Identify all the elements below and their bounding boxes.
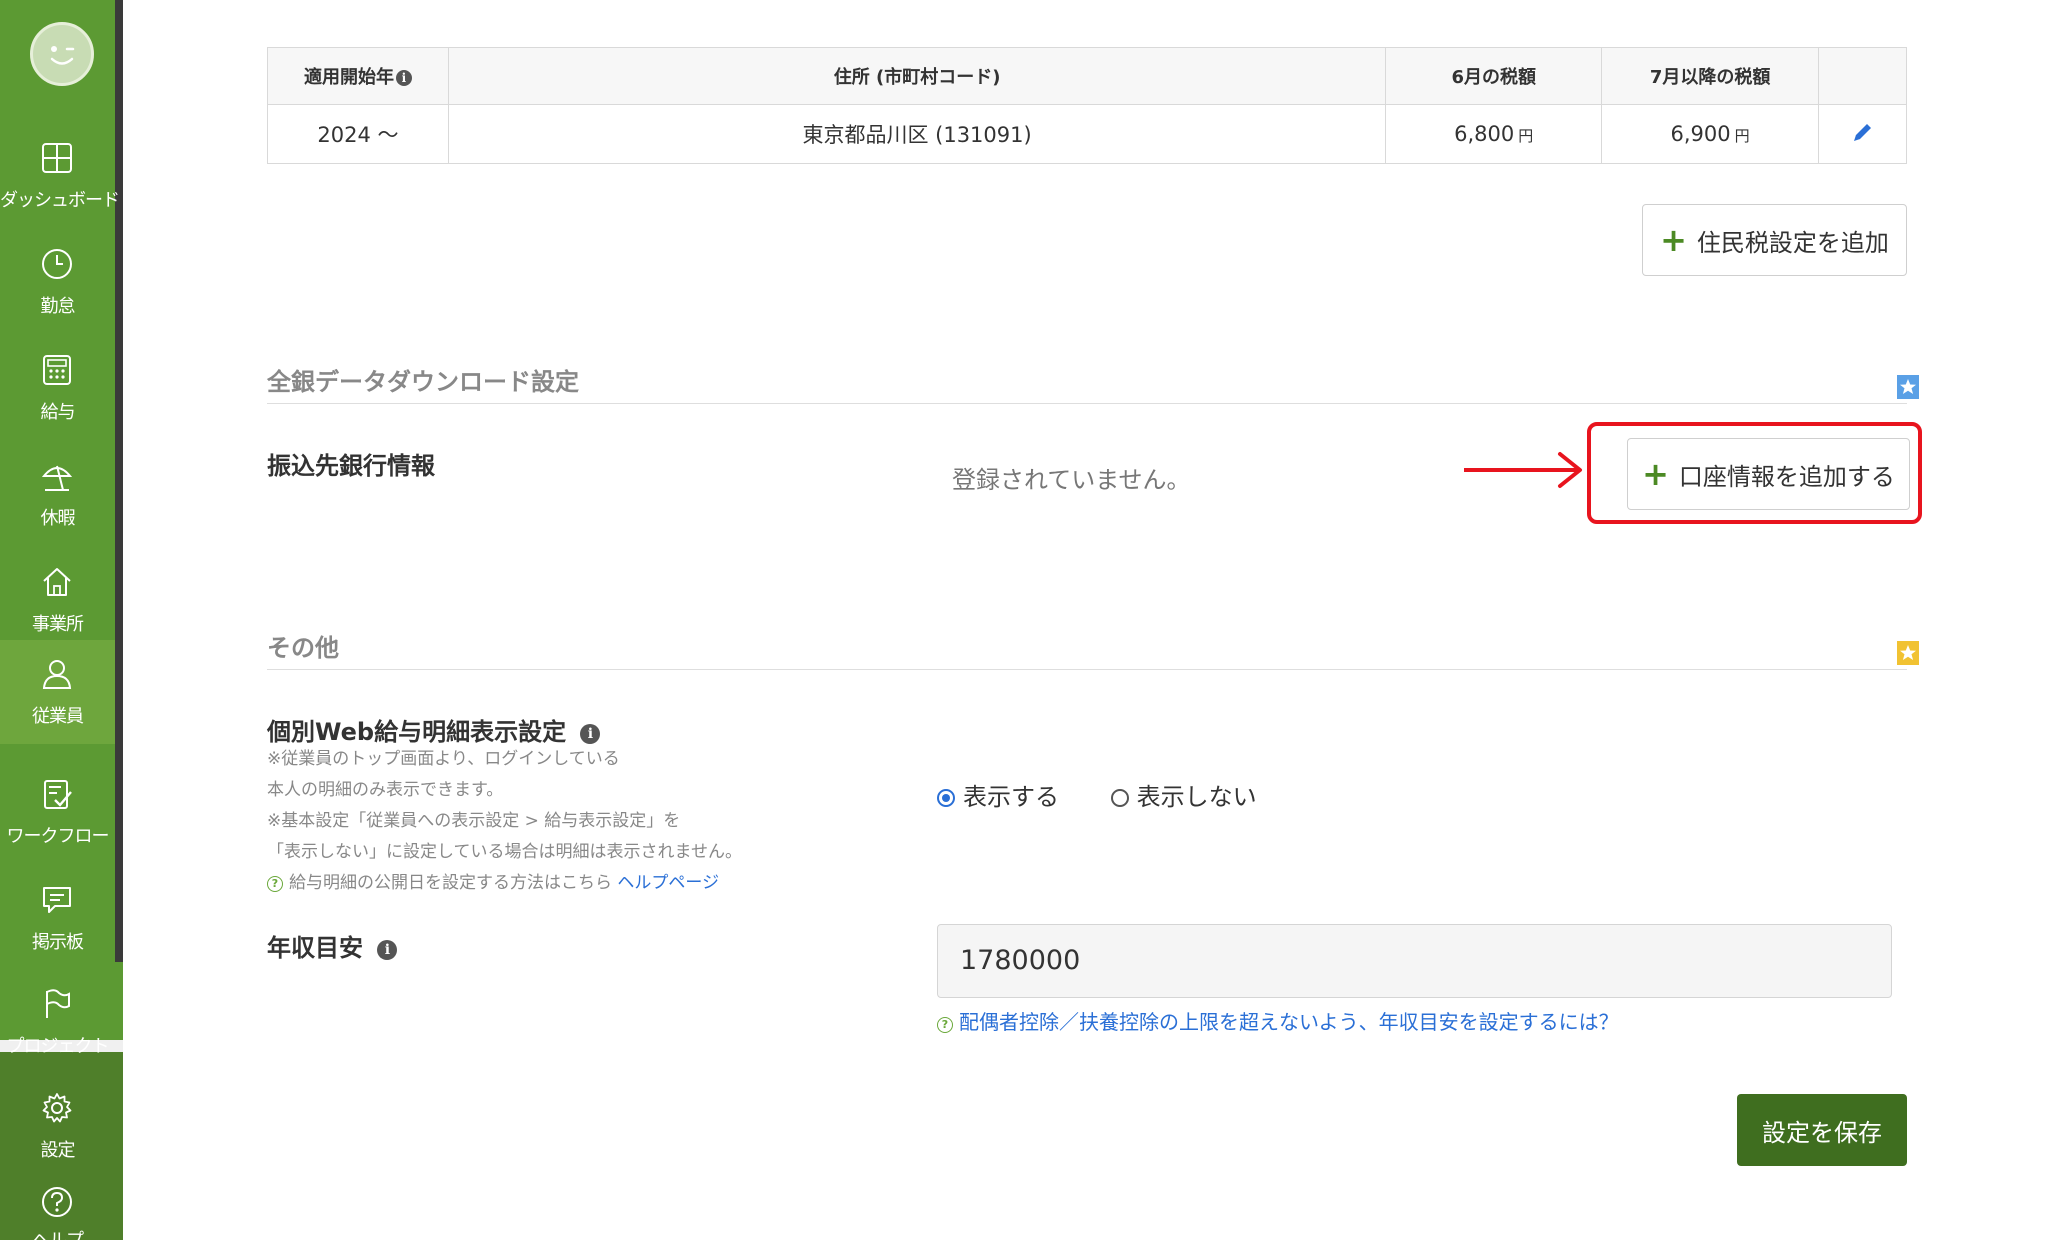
sidebar-item-label: 従業員 [32,706,84,727]
help-icon [42,1187,72,1217]
annual-income-help: ? 配偶者控除／扶養控除の上限を超えないよう、年収目安を設定するには？ [937,1006,1619,1035]
parasol-icon [41,465,73,491]
pencil-icon[interactable] [1851,120,1875,144]
dashboard-icon [42,143,72,173]
cell-edit [1818,104,1907,164]
sidebar-item-board[interactable]: 掲示板 [0,866,115,970]
sidebar-item-dashboard[interactable]: ダッシュボード [0,124,120,228]
table-header-row: 適用開始年 i 住所 (市町村コード) 6月の税額 7月以降の税額 [267,47,1907,105]
sidebar-item-label: 給与 [40,402,76,423]
document-check-icon [44,780,72,809]
cell-address: 東京都品川区 (131091) [447,104,1387,164]
gear-icon [42,1093,72,1123]
sidebar-item-label: 掲示板 [32,932,84,953]
cell-july-tax: 6,900 円 [1601,104,1820,164]
clock-icon [42,249,72,279]
chat-icon [43,887,71,913]
column-header-start-year: 適用開始年 i [267,47,449,105]
yen-unit: 円 [1518,127,1534,145]
radio-button[interactable] [1110,789,1129,807]
annotation-arrow-icon [1464,452,1582,488]
sidebar-item-payroll[interactable]: 給与 [0,336,115,440]
radio-show[interactable]: 表示する [937,783,1067,811]
column-header-actions [1818,47,1907,105]
annual-income-help-link[interactable]: 配偶者控除／扶養控除の上限を超えないよう、年収目安を設定するには？ [959,1010,1619,1034]
sidebar-item-settings[interactable]: 設定 [0,1074,115,1178]
sidebar-scrollbar[interactable] [115,0,123,962]
sidebar-item-employees[interactable]: 従業員 [0,640,115,744]
cell-june-tax: 6,800 円 [1385,104,1603,164]
sidebar-item-project[interactable]: プロジェクト [0,970,115,1074]
annual-income-label: 年収目安 i [267,928,398,963]
help-page-link[interactable]: ヘルプページ [617,873,719,893]
annotation-highlight-box [1587,422,1922,524]
sidebar-item-label: プロジェクト [6,1036,110,1057]
person-icon [42,660,72,689]
sidebar: ダッシュボード 勤怠 給与 休暇 事業所 従業員 ワークフロー 掲示板 プロジェ… [0,0,123,1240]
bank-section-title: 全銀データダウンロード設定 [267,368,579,396]
save-settings-button[interactable]: 設定を保存 [1737,1094,1907,1166]
sidebar-item-label: 休暇 [40,508,76,529]
bank-status-text: 登録されていません。 [952,466,1191,494]
cell-start-year: 2024 〜 [267,104,449,164]
sidebar-item-label: 勤怠 [40,296,76,317]
sidebar-item-attendance[interactable]: 勤怠 [0,230,115,334]
calculator-icon [43,355,71,385]
sidebar-item-label: ワークフロー [6,826,110,847]
section-divider [267,403,1907,404]
add-resident-tax-button[interactable]: + 住民税設定を追加 [1642,204,1907,276]
web-payslip-label: 個別Web給与明細表示設定 i [267,712,601,747]
other-section-title: その他 [267,634,339,662]
plus-icon: + [1660,221,1687,259]
home-icon [43,568,71,596]
question-icon: ? [937,1017,953,1033]
info-icon[interactable]: i [377,940,398,960]
yen-unit: 円 [1734,127,1750,145]
web-payslip-radio-group: 表示する 表示しない [937,777,1257,812]
help-line: ? 給与明細の公開日を設定する方法はこちら ヘルプページ [267,868,742,899]
web-payslip-notes: ※従業員のトップ画面より、ログインしている 本人の明細のみ表示できます。 ※基本… [267,744,742,899]
column-header-june-tax: 6月の税額 [1385,47,1603,105]
sidebar-item-leave[interactable]: 休暇 [0,442,115,546]
info-icon[interactable]: i [580,724,601,744]
bookmark-star-icon[interactable] [1897,375,1919,399]
sidebar-item-help[interactable]: ヘルプ [0,1178,115,1240]
radio-hide[interactable]: 表示しない [1110,783,1257,811]
bank-info-label: 振込先銀行情報 [267,452,435,480]
user-avatar[interactable] [30,22,94,86]
radio-button-selected[interactable] [937,789,955,807]
table-row: 2024 〜 東京都品川区 (131091) 6,800 円 6,900 円 [267,104,1907,164]
resident-tax-table: 適用開始年 i 住所 (市町村コード) 6月の税額 7月以降の税額 2024 〜 … [267,47,1907,164]
sidebar-item-label: ダッシュボード [0,190,120,211]
smile-face-icon [50,46,75,65]
flag-icon [46,989,70,1018]
sidebar-item-label: ヘルプ [0,1226,115,1240]
column-header-address: 住所 (市町村コード) [447,47,1387,105]
sidebar-item-label: 事業所 [32,614,84,635]
bookmark-star-icon[interactable] [1897,641,1919,665]
annual-income-input[interactable]: 1780000 [937,924,1892,998]
info-icon[interactable]: i [395,70,412,86]
question-icon: ? [267,876,283,892]
sidebar-item-workflow[interactable]: ワークフロー [0,760,115,864]
section-divider [267,669,1907,670]
column-header-july-tax: 7月以降の税額 [1601,47,1820,105]
sidebar-item-label: 設定 [40,1140,76,1161]
sidebar-item-office[interactable]: 事業所 [0,548,115,652]
